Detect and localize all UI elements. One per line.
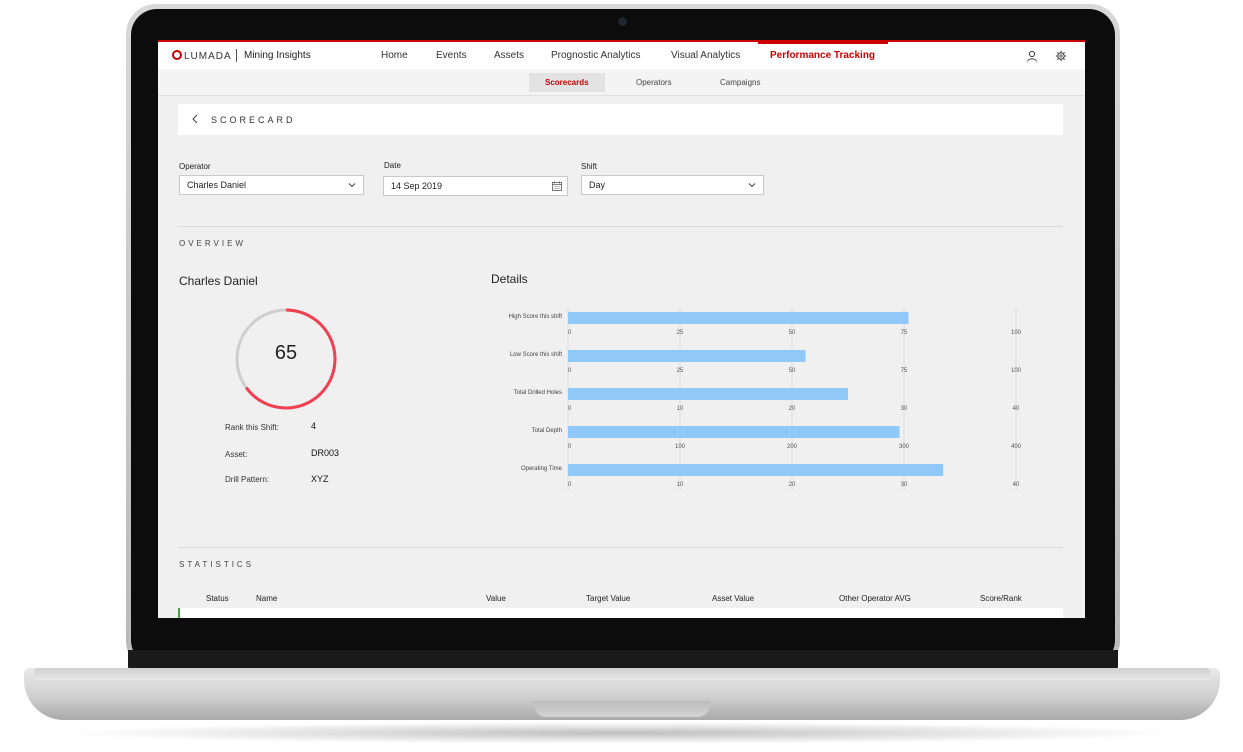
column-other-operator-avg[interactable]: Other Operator AVG — [839, 594, 911, 603]
tick-label: 0 — [568, 368, 572, 374]
tick-label: 0 — [568, 406, 572, 412]
brand-logo[interactable]: LUMADA — [172, 50, 232, 62]
status-indicator — [178, 608, 180, 618]
chevron-down-icon — [348, 183, 356, 188]
column-name[interactable]: Name — [256, 594, 277, 603]
nav-visual-analytics[interactable]: Visual Analytics — [671, 50, 740, 61]
tick-label: 40 — [1013, 482, 1020, 488]
calendar-icon[interactable] — [552, 181, 562, 191]
page-title: SCORECARD — [211, 115, 296, 125]
tick-label: 200 — [787, 444, 798, 450]
logo-divider — [236, 49, 237, 62]
top-navigation-bar: LUMADA Mining Insights Home Events Asset… — [158, 40, 1085, 69]
details-title: Details — [491, 272, 528, 286]
tick-label: 10 — [677, 482, 684, 488]
tick-label: 100 — [1011, 368, 1022, 374]
column-value[interactable]: Value — [486, 594, 506, 603]
tick-label: 75 — [901, 330, 908, 336]
drill-pattern-label: Drill Pattern: — [225, 475, 270, 484]
tick-label: 0 — [568, 482, 572, 488]
nav-performance-tracking[interactable]: Performance Tracking — [770, 50, 875, 61]
rank-value: 4 — [311, 421, 317, 431]
table-row[interactable] — [178, 608, 1063, 618]
column-score-rank[interactable]: Score/Rank — [980, 594, 1022, 603]
column-target-value[interactable]: Target Value — [586, 594, 630, 603]
bar-category-label: Total Depth — [532, 428, 562, 434]
bar-category-label: Low Score this shift — [510, 352, 562, 358]
nav-assets[interactable]: Assets — [494, 50, 524, 61]
nav-prognostic-analytics[interactable]: Prognostic Analytics — [551, 50, 641, 61]
active-nav-indicator — [758, 42, 888, 44]
column-asset-value[interactable]: Asset Value — [712, 594, 754, 603]
section-divider — [178, 226, 1063, 227]
tick-label: 10 — [677, 406, 684, 412]
app-screen: LUMADA Mining Insights Home Events Asset… — [158, 40, 1085, 618]
laptop-shadow — [60, 722, 1184, 744]
user-icon[interactable] — [1026, 50, 1038, 62]
operator-select[interactable]: Charles Daniel — [179, 175, 364, 195]
section-divider — [178, 547, 1063, 548]
tick-label: 50 — [789, 368, 796, 374]
tick-label: 400 — [1011, 444, 1022, 450]
nav-home[interactable]: Home — [381, 50, 408, 61]
bar — [568, 464, 944, 476]
tick-label: 0 — [568, 444, 572, 450]
subtab-operators[interactable]: Operators — [620, 73, 688, 92]
operator-name: Charles Daniel — [179, 274, 258, 288]
tick-label: 25 — [677, 330, 684, 336]
date-picker-value: 14 Sep 2019 — [391, 181, 443, 191]
drill-pattern-value: XYZ — [311, 474, 329, 484]
laptop-base-edge — [34, 668, 1210, 680]
chevron-down-icon — [748, 183, 756, 188]
operator-label: Operator — [179, 162, 211, 171]
statistics-label: STATISTICS — [179, 560, 255, 569]
nav-events[interactable]: Events — [436, 50, 467, 61]
subtab-campaigns[interactable]: Campaigns — [704, 73, 776, 92]
bar — [568, 426, 900, 438]
tick-label: 40 — [1013, 406, 1020, 412]
tick-label: 50 — [789, 330, 796, 336]
brand-logo-text: LUMADA — [184, 51, 232, 62]
tick-label: 20 — [789, 406, 796, 412]
column-status[interactable]: Status — [206, 594, 229, 603]
overview-label: OVERVIEW — [179, 239, 246, 248]
score-value: 65 — [274, 342, 298, 364]
app-name: Mining Insights — [244, 50, 311, 61]
operator-select-value: Charles Daniel — [187, 180, 247, 190]
tick-label: 75 — [901, 368, 908, 374]
date-picker[interactable]: 14 Sep 2019 — [383, 176, 568, 196]
shift-label: Shift — [581, 162, 598, 171]
tick-label: 100 — [675, 444, 686, 450]
tick-label: 25 — [677, 368, 684, 374]
sub-navigation: Scorecards Operators Campaigns — [158, 69, 1085, 96]
tick-label: 20 — [789, 482, 796, 488]
tick-label: 30 — [901, 482, 908, 488]
camera-icon — [618, 17, 627, 26]
bar — [568, 350, 806, 362]
asset-label: Asset: — [225, 450, 248, 459]
chevron-left-icon[interactable] — [191, 114, 199, 124]
scorecard-header: SCORECARD — [178, 104, 1063, 135]
tick-label: 100 — [1011, 330, 1022, 336]
asset-value: DR003 — [311, 448, 340, 458]
tick-label: 30 — [901, 406, 908, 412]
rank-label: Rank this Shift: — [225, 423, 279, 432]
bar-category-label: Total Drilled Holes — [514, 390, 562, 396]
shift-select[interactable]: Day — [581, 175, 764, 195]
subtab-scorecards[interactable]: Scorecards — [529, 73, 605, 92]
bar — [568, 312, 909, 324]
tick-label: 0 — [568, 330, 572, 336]
bar-category-label: Operating Time — [521, 466, 563, 472]
lumada-logo-icon — [172, 50, 182, 60]
bar — [568, 388, 848, 400]
tick-label: 300 — [899, 444, 910, 450]
laptop-notch — [534, 701, 710, 717]
bar-category-label: High Score this shift — [509, 314, 563, 320]
date-label: Date — [384, 161, 401, 170]
details-bar-chart: High Score this shift0 25 50 75 100Low Score… — [509, 306, 1022, 490]
gear-icon[interactable] — [1055, 50, 1067, 62]
shift-select-value: Day — [589, 180, 606, 190]
